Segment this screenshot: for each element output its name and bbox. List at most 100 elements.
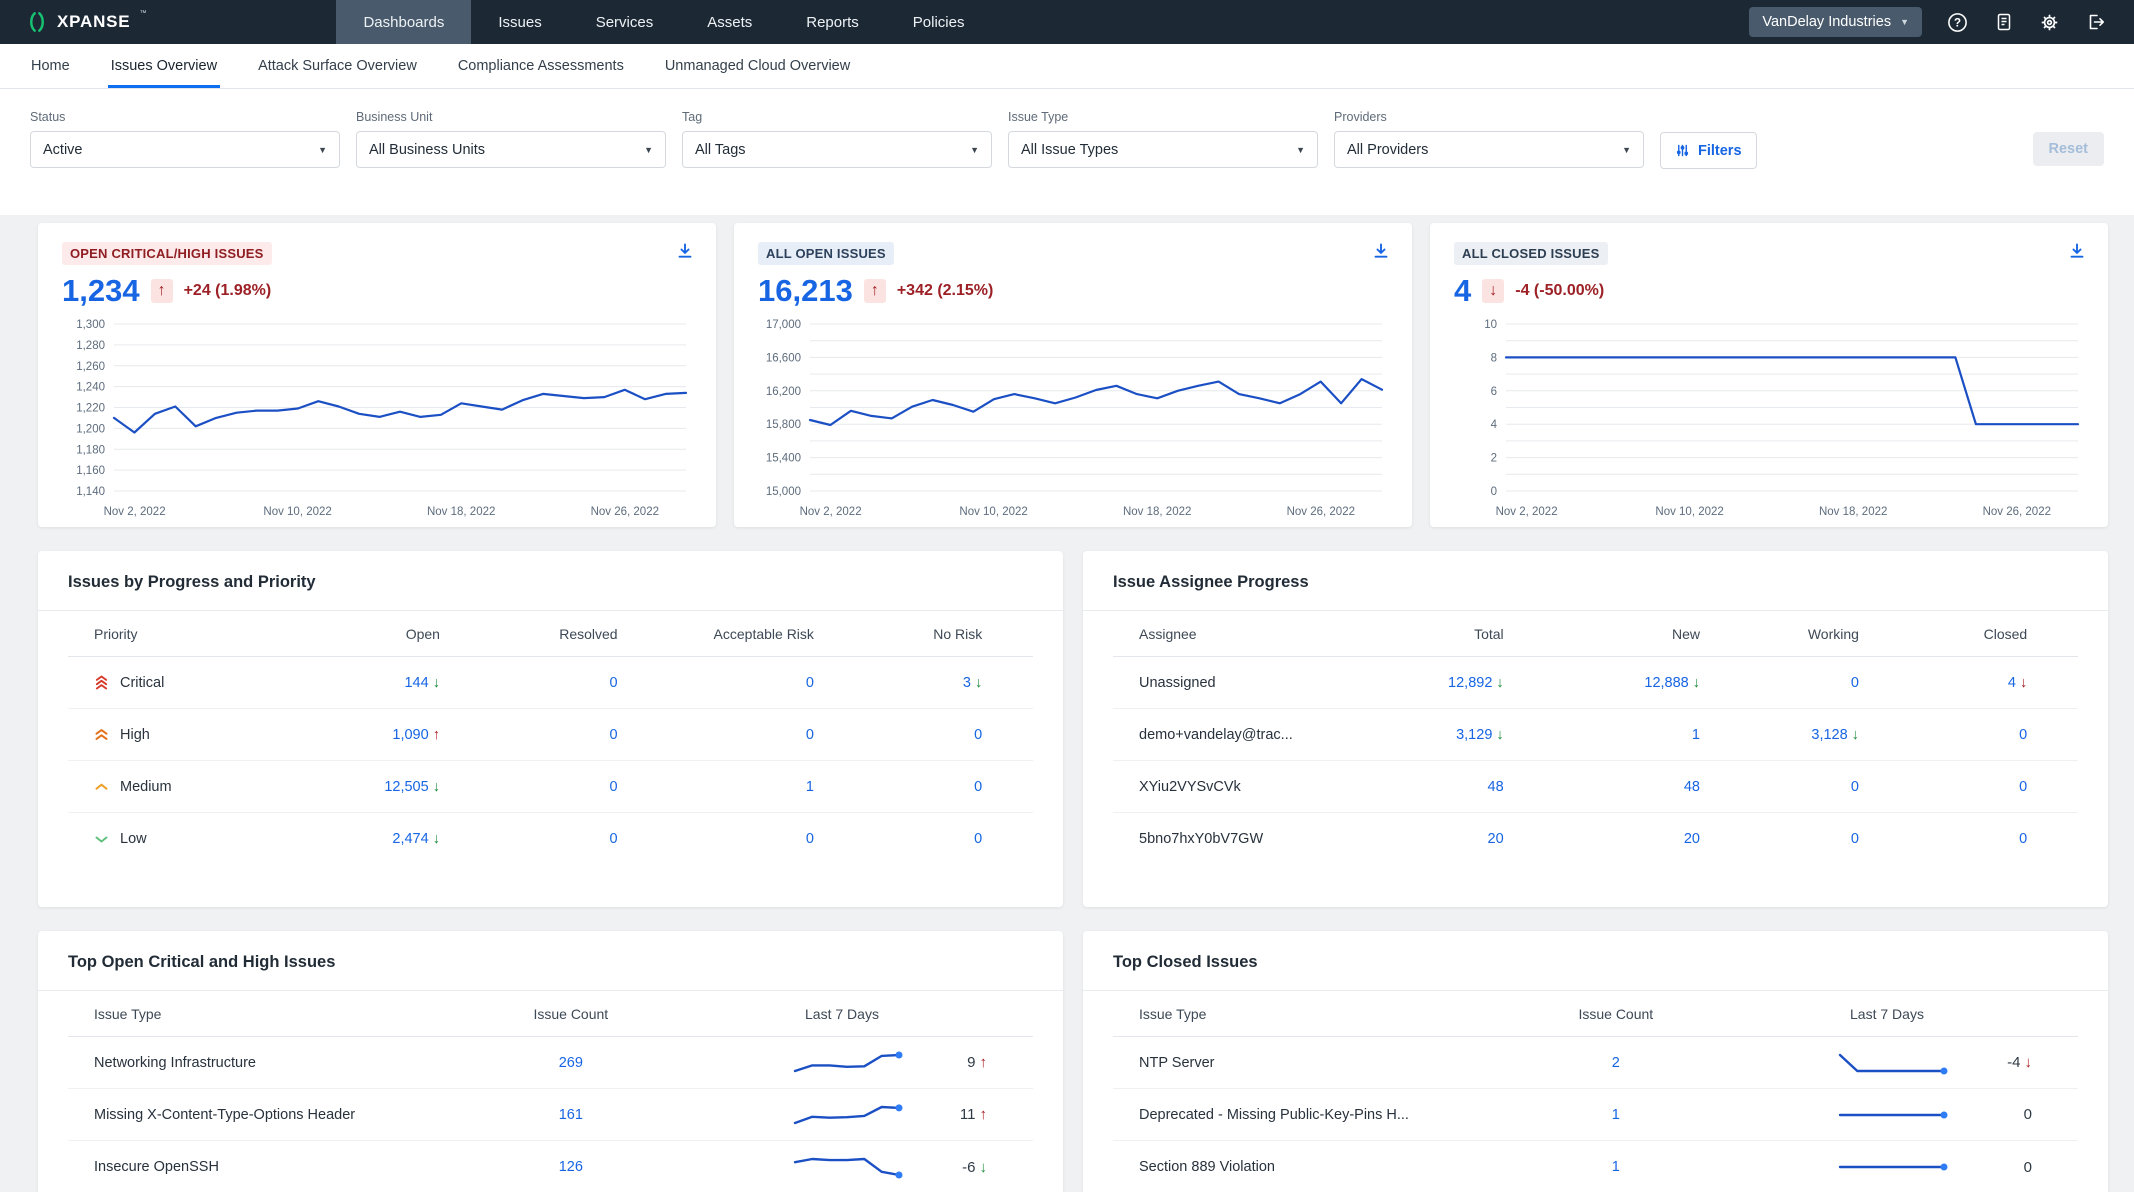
acceptable-risk-count-link[interactable]: 0 xyxy=(806,675,814,691)
open-count-link[interactable]: 2,474 xyxy=(392,831,428,847)
kpi-card-open-critical-high: OPEN CRITICAL/HIGH ISSUES 1,234 ↑ +24 (1… xyxy=(38,223,716,527)
issue-count-link[interactable]: 161 xyxy=(559,1107,583,1123)
status-select[interactable]: Active ▼ xyxy=(30,131,340,168)
trend-arrow: ↓ xyxy=(433,831,440,847)
new-count-link[interactable]: 12,888 xyxy=(1644,675,1688,691)
nav-item-assets[interactable]: Assets xyxy=(680,0,779,44)
working-count-link[interactable]: 3,128 xyxy=(1811,727,1847,743)
assignee-name: XYiu2VYSvCVk xyxy=(1139,779,1363,795)
total-count-link[interactable]: 12,892 xyxy=(1448,675,1492,691)
working-count-link[interactable]: 0 xyxy=(1851,831,1859,847)
total-count-link[interactable]: 20 xyxy=(1488,831,1504,847)
tab-unmanaged-cloud-overview[interactable]: Unmanaged Cloud Overview xyxy=(665,44,850,88)
business-unit-select[interactable]: All Business Units ▼ xyxy=(356,131,666,168)
svg-text:1,160: 1,160 xyxy=(76,465,105,477)
trend-arrow: ↓ xyxy=(1693,675,1700,691)
new-count-link[interactable]: 20 xyxy=(1684,831,1700,847)
svg-text:Nov 10, 2022: Nov 10, 2022 xyxy=(959,506,1027,518)
trend-arrow: ↓ xyxy=(2024,1054,2032,1071)
no-risk-count-link[interactable]: 3 xyxy=(963,675,971,691)
new-count-link[interactable]: 1 xyxy=(1692,727,1700,743)
column-header: Last 7 Days xyxy=(655,1006,1029,1022)
kpi-delta: +24 (1.98%) xyxy=(184,282,272,300)
nav-item-issues[interactable]: Issues xyxy=(471,0,568,44)
tab-issues-overview[interactable]: Issues Overview xyxy=(111,44,217,88)
tag-select-value: All Tags xyxy=(695,142,746,158)
nav-item-dashboards[interactable]: Dashboards xyxy=(336,0,471,44)
no-risk-count-link[interactable]: 0 xyxy=(974,779,982,795)
working-count-link[interactable]: 0 xyxy=(1851,779,1859,795)
total-count-link[interactable]: 48 xyxy=(1488,779,1504,795)
column-header: Acceptable Risk xyxy=(618,626,814,642)
resolved-count-link[interactable]: 0 xyxy=(610,727,618,743)
providers-select[interactable]: All Providers ▼ xyxy=(1334,131,1644,168)
settings-gear-icon[interactable] xyxy=(2039,12,2060,33)
column-header: Assignee xyxy=(1139,626,1363,642)
download-icon[interactable] xyxy=(674,240,696,265)
top-closed-issues-table: Issue Type Issue Count Last 7 Days NTP S… xyxy=(1083,991,2108,1192)
tab-home[interactable]: Home xyxy=(31,44,70,88)
issues-by-progress-priority-card: Issues by Progress and Priority Priority… xyxy=(38,551,1063,907)
closed-count-link[interactable]: 0 xyxy=(2019,779,2027,795)
table-row: Missing X-Content-Type-Options Header 16… xyxy=(68,1089,1033,1141)
nav-item-policies[interactable]: Policies xyxy=(886,0,992,44)
filter-label: Issue Type xyxy=(1008,110,1318,124)
issue-type-label: NTP Server xyxy=(1139,1055,1532,1071)
medium-priority-icon xyxy=(94,779,109,794)
acceptable-risk-count-link[interactable]: 0 xyxy=(806,831,814,847)
no-risk-count-link[interactable]: 0 xyxy=(974,727,982,743)
closed-count-link[interactable]: 0 xyxy=(2019,831,2027,847)
release-notes-icon[interactable] xyxy=(1993,12,2014,33)
logout-icon[interactable] xyxy=(2085,12,2106,33)
table-row: Unassigned 12,892↓ 12,888↓ 0 4↓ xyxy=(1113,657,2078,709)
no-risk-count-link[interactable]: 0 xyxy=(974,831,982,847)
working-count-link[interactable]: 0 xyxy=(1851,675,1859,691)
open-count-link[interactable]: 1,090 xyxy=(392,727,428,743)
total-count-link[interactable]: 3,129 xyxy=(1456,727,1492,743)
issue-count-link[interactable]: 1 xyxy=(1612,1107,1620,1123)
filters-button[interactable]: Filters xyxy=(1660,132,1757,169)
mid-tables-row: Issues by Progress and Priority Priority… xyxy=(38,551,2108,907)
help-icon[interactable]: ? xyxy=(1947,12,1968,33)
download-icon[interactable] xyxy=(2066,240,2088,265)
top-closed-issues-card: Top Closed Issues Issue Type Issue Count… xyxy=(1083,931,2108,1192)
trend-arrow: ↓ xyxy=(1496,727,1503,743)
tag-select[interactable]: All Tags ▼ xyxy=(682,131,992,168)
column-header: No Risk xyxy=(814,626,982,642)
table-row: NTP Server 2 -4↓ xyxy=(1113,1037,2078,1089)
nav-item-reports[interactable]: Reports xyxy=(779,0,886,44)
chevron-down-icon: ▼ xyxy=(1296,145,1305,155)
download-icon[interactable] xyxy=(1370,240,1392,265)
issue-count-link[interactable]: 2 xyxy=(1612,1055,1620,1071)
trend-arrow: ↑ xyxy=(433,727,440,743)
closed-count-link[interactable]: 4 xyxy=(2008,675,2016,691)
svg-text:Nov 10, 2022: Nov 10, 2022 xyxy=(263,506,331,518)
resolved-count-link[interactable]: 0 xyxy=(610,675,618,691)
reset-button[interactable]: Reset xyxy=(2033,132,2105,166)
priority-label: High xyxy=(120,727,150,743)
acceptable-risk-count-link[interactable]: 1 xyxy=(806,779,814,795)
acceptable-risk-count-link[interactable]: 0 xyxy=(806,727,814,743)
open-count-link[interactable]: 12,505 xyxy=(384,779,428,795)
resolved-count-link[interactable]: 0 xyxy=(610,779,618,795)
issue-count-link[interactable]: 269 xyxy=(559,1055,583,1071)
svg-text:15,800: 15,800 xyxy=(766,419,801,431)
issue-type-select[interactable]: All Issue Types ▼ xyxy=(1008,131,1318,168)
new-count-link[interactable]: 48 xyxy=(1684,779,1700,795)
issue-count-link[interactable]: 1 xyxy=(1612,1159,1620,1175)
svg-text:1,280: 1,280 xyxy=(76,340,105,352)
open-count-link[interactable]: 144 xyxy=(404,675,428,691)
tab-attack-surface-overview[interactable]: Attack Surface Overview xyxy=(258,44,417,88)
resolved-count-link[interactable]: 0 xyxy=(610,831,618,847)
issue-count-link[interactable]: 126 xyxy=(559,1159,583,1175)
nav-item-services[interactable]: Services xyxy=(569,0,681,44)
table-row: XYiu2VYSvCVk 48 48 0 0 xyxy=(1113,761,2078,813)
svg-text:Nov 18, 2022: Nov 18, 2022 xyxy=(427,506,495,518)
closed-count-link[interactable]: 0 xyxy=(2019,727,2027,743)
issue-type-label: Deprecated - Missing Public-Key-Pins H..… xyxy=(1139,1107,1532,1123)
tab-compliance-assessments[interactable]: Compliance Assessments xyxy=(458,44,624,88)
trend-arrow: ↓ xyxy=(1852,727,1859,743)
org-selector-button[interactable]: VanDelay Industries ▼ xyxy=(1749,7,1922,37)
svg-text:Nov 18, 2022: Nov 18, 2022 xyxy=(1819,506,1887,518)
kpi-value-row: 1,234 ↑ +24 (1.98%) xyxy=(62,272,692,310)
